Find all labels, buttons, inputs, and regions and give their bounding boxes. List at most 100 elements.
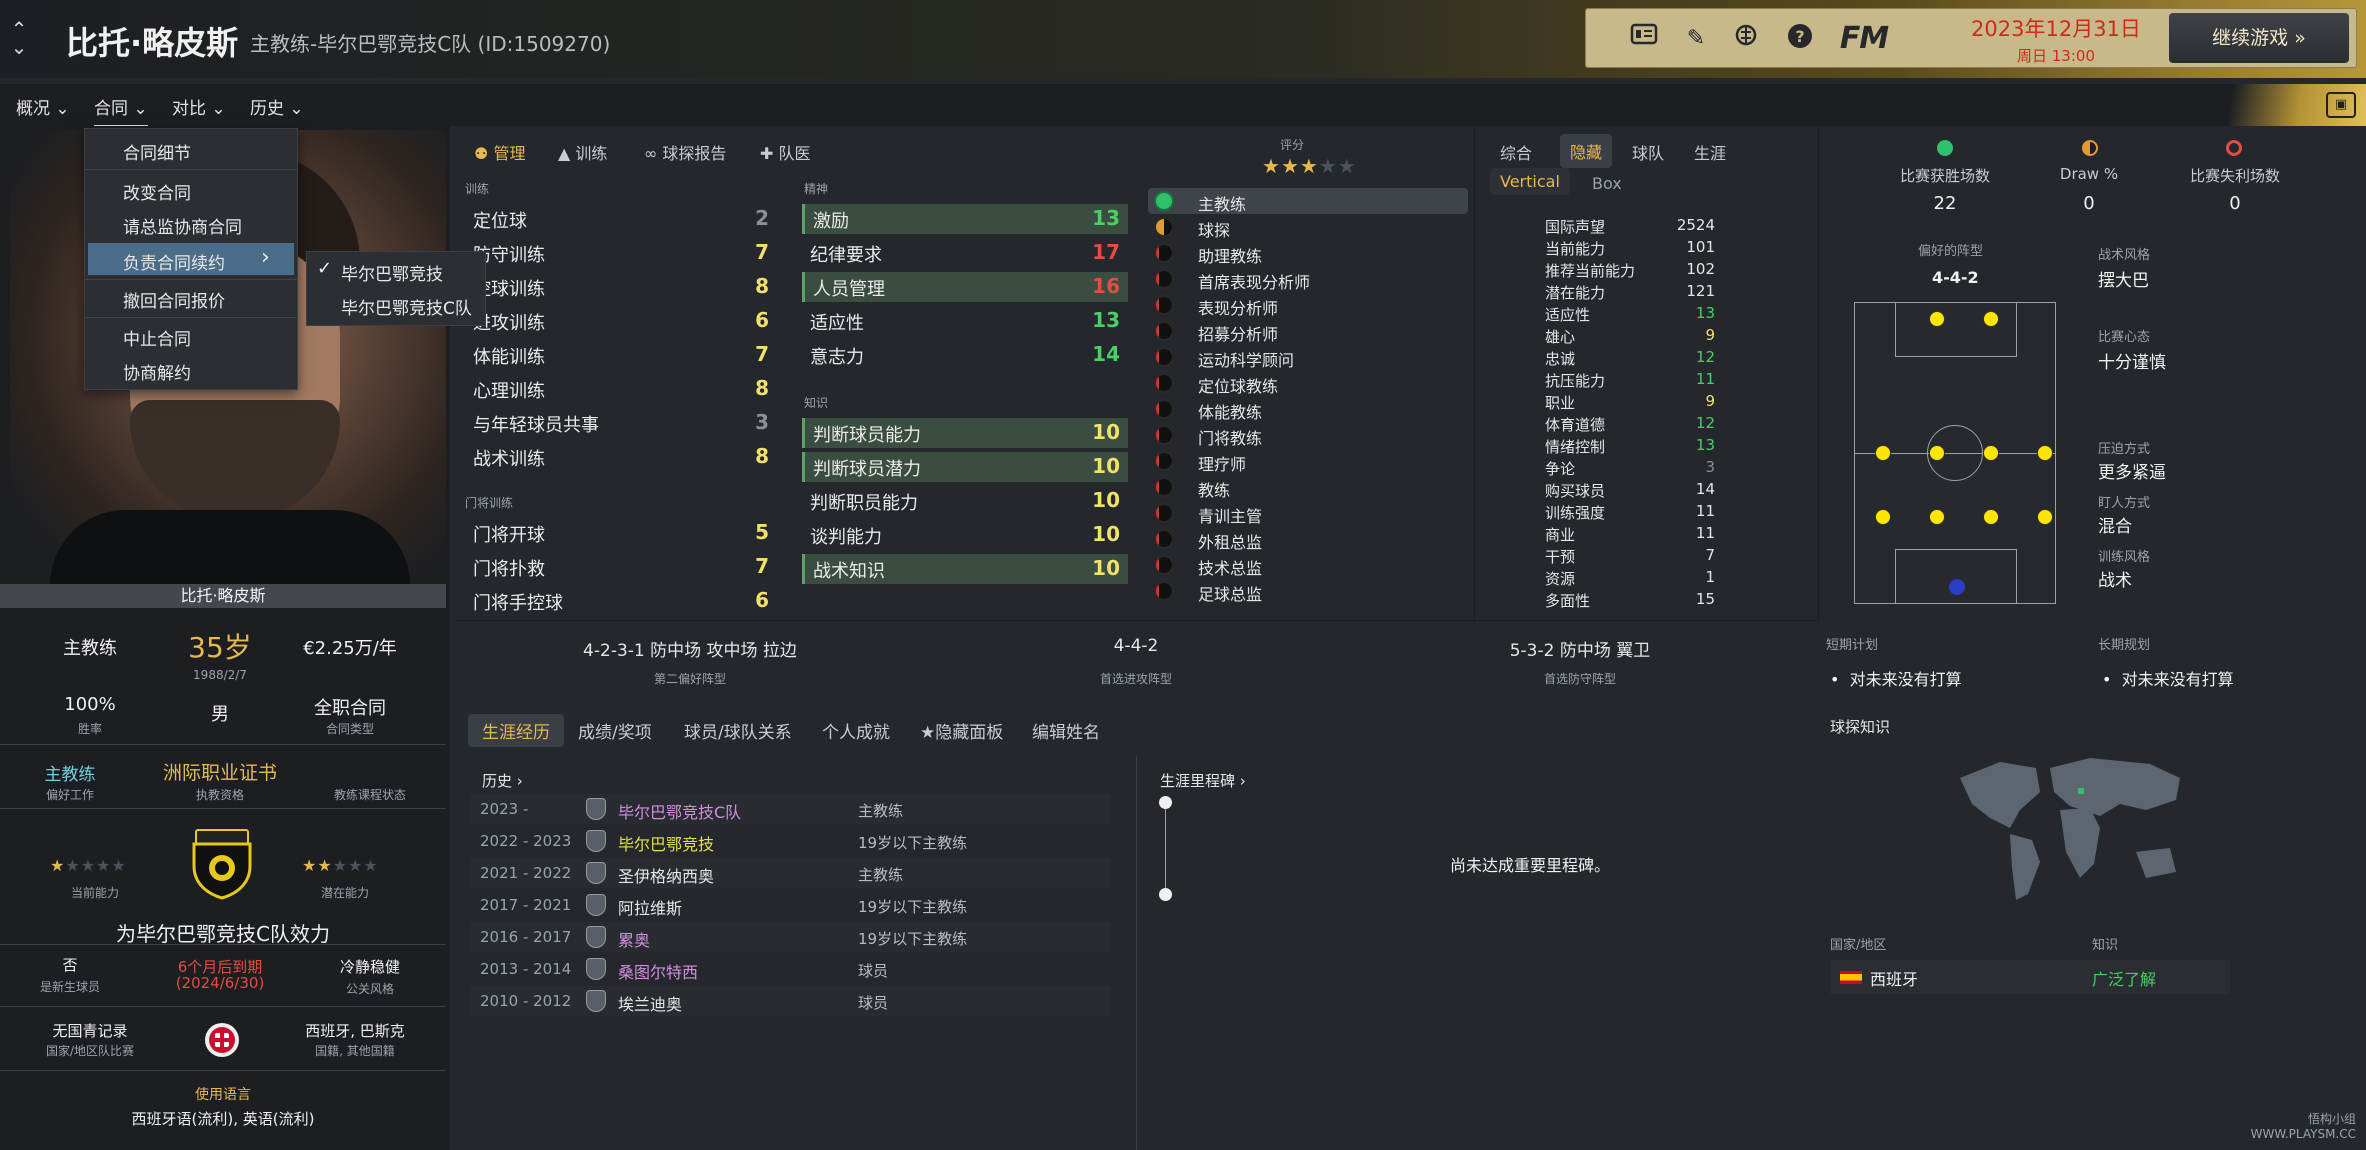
screen-icon[interactable]: ▣ <box>2326 92 2356 118</box>
career-club[interactable]: 阿拉维斯 <box>618 895 682 919</box>
attribute-row[interactable]: 人员管理 16 <box>802 272 1128 302</box>
staff-role-row[interactable]: 助理教练 <box>1148 240 1468 266</box>
career-row[interactable]: 2010 - 2012 埃兰迪奥 球员 <box>470 986 1110 1016</box>
attribute-row[interactable]: 判断球员能力 10 <box>802 418 1128 448</box>
nav-overview[interactable]: 概况 ⌄ <box>16 94 70 119</box>
attribute-row[interactable]: 防守训练 7 <box>465 238 777 268</box>
attribute-row[interactable]: 心理训练 8 <box>465 374 777 404</box>
career-row[interactable]: 2021 - 2022 圣伊格纳西奥 主教练 <box>470 858 1110 888</box>
nav-compare[interactable]: 对比 ⌄ <box>172 94 226 119</box>
career-club[interactable]: 圣伊格纳西奥 <box>618 863 714 887</box>
tab-edit-name[interactable]: 编辑姓名 <box>1032 718 1100 743</box>
scouting-row[interactable]: 西班牙 广泛了解 <box>1830 960 2230 994</box>
help-icon[interactable]: ? <box>1782 23 1818 55</box>
staff-role-row[interactable]: 运动科学顾问 <box>1148 344 1468 370</box>
menu-withdraw-offer[interactable]: 撤回合同报价 <box>123 287 225 312</box>
tab-team[interactable]: 球队 <box>1632 140 1664 164</box>
career-club[interactable]: 累奥 <box>618 927 650 951</box>
nav-contract[interactable]: 合同 ⌄ <box>94 94 148 127</box>
menu-mutual-termination[interactable]: 协商解约 <box>123 359 191 384</box>
attribute-row[interactable]: 控球训练 8 <box>465 272 777 302</box>
attribute-row[interactable]: 门将开球 5 <box>465 518 777 548</box>
career-row[interactable]: 2017 - 2021 阿拉维斯 19岁以下主教练 <box>470 890 1110 920</box>
attribute-row[interactable]: 适应性 13 <box>802 306 1128 336</box>
attribute-row[interactable]: 与年轻球员共事 3 <box>465 408 777 438</box>
staff-role-row[interactable]: 技术总监 <box>1148 552 1468 578</box>
staff-role-row[interactable]: 球探 <box>1148 214 1468 240</box>
menu-change-contract[interactable]: 改变合同 <box>123 179 191 204</box>
submenu-club-c[interactable]: 毕尔巴鄂竞技C队 <box>341 294 472 319</box>
career-club[interactable]: 桑图尔特西 <box>618 959 698 983</box>
continue-game-button[interactable]: 继续游戏 » <box>2169 13 2349 63</box>
wage-value[interactable]: €2.25万/年 <box>280 634 420 660</box>
menu-contract-details[interactable]: 合同细节 <box>123 139 191 164</box>
milestone-link[interactable]: 生涯里程碑 › <box>1160 770 1246 791</box>
tab-management[interactable]: ⚉ 管理 <box>474 140 525 164</box>
staff-role-row[interactable]: 表现分析师 <box>1148 292 1468 318</box>
id-card-icon[interactable] <box>1626 23 1662 55</box>
fm-logo[interactable]: FM <box>1834 23 1894 55</box>
staff-role-row[interactable]: 主教练 <box>1148 188 1468 214</box>
attribute-row[interactable]: 门将手控球 6 <box>465 586 777 616</box>
attribute-row[interactable]: 判断球员潜力 10 <box>802 452 1128 482</box>
attribute-row[interactable]: 定位球 2 <box>465 204 777 234</box>
attribute-row[interactable]: 纪律要求 17 <box>802 238 1128 268</box>
attribute-row[interactable]: 意志力 14 <box>802 340 1128 370</box>
staff-role-row[interactable]: 定位球教练 <box>1148 370 1468 396</box>
menu-director-negotiate[interactable]: 请总监协商合同 <box>123 213 242 238</box>
knowledge-label: 知识 <box>2092 938 2119 953</box>
tab-hidden[interactable]: 隐藏 <box>1560 134 1613 168</box>
mark-value: 混合 <box>2098 517 2132 537</box>
up-down-arrows-icon[interactable]: ⌃ ⌄ <box>8 19 30 57</box>
career-club[interactable]: 毕尔巴鄂竞技 <box>618 831 714 855</box>
menu-terminate-contract[interactable]: 中止合同 <box>123 325 191 350</box>
staff-role-row[interactable]: 体能教练 <box>1148 396 1468 422</box>
tab-relationships[interactable]: 球员/球队关系 <box>684 718 792 743</box>
tab-career[interactable]: 生涯 <box>1694 140 1726 164</box>
career-row[interactable]: 2023 - 毕尔巴鄂竞技C队 主教练 <box>470 794 1110 824</box>
attribute-row[interactable]: 判断职员能力 10 <box>802 486 1128 516</box>
history-link[interactable]: 历史 › <box>482 770 523 791</box>
potential-ability-label: 潜在能力 <box>320 886 369 900</box>
subtab-box[interactable]: Box <box>1592 174 1622 193</box>
submenu-club[interactable]: 毕尔巴鄂竞技 <box>341 260 443 285</box>
tab-career-history[interactable]: 生涯经历 <box>468 714 564 747</box>
tab-results-awards[interactable]: 成绩/奖项 <box>578 718 652 743</box>
staff-role-row[interactable]: 足球总监 <box>1148 578 1468 604</box>
attribute-row[interactable]: 战术知识 10 <box>802 554 1128 584</box>
staff-role-row[interactable]: 招募分析师 <box>1148 318 1468 344</box>
edit-pencil-icon[interactable]: ✎ <box>1678 23 1714 55</box>
tab-training[interactable]: ▲ 训练 <box>558 140 607 164</box>
tab-scout-report[interactable]: ∞ 球探报告 <box>644 140 726 164</box>
tab-hidden-panel[interactable]: ★隐藏面板 <box>920 718 1003 743</box>
menu-renewal-responsible[interactable]: 负责合同续约 <box>123 249 225 274</box>
career-row[interactable]: 2013 - 2014 桑图尔特西 球员 <box>470 954 1110 984</box>
game-date[interactable]: 2023年12月31日 周日 13:00 <box>1966 13 2146 66</box>
potential-ability-stars: ★★★★★ <box>302 856 379 875</box>
attribute-row[interactable]: 谈判能力 10 <box>802 520 1128 550</box>
tab-medical[interactable]: ✚ 队医 <box>760 140 811 164</box>
nav-history[interactable]: 历史 ⌄ <box>250 94 304 119</box>
tab-achievements[interactable]: 个人成就 <box>822 718 890 743</box>
staff-role-label: 球探 <box>1198 221 1231 240</box>
attribute-row[interactable]: 激励 13 <box>802 204 1128 234</box>
staff-role-row[interactable]: 青训主管 <box>1148 500 1468 526</box>
attribute-row[interactable]: 战术训练 8 <box>465 442 777 472</box>
staff-role-row[interactable]: 门将教练 <box>1148 422 1468 448</box>
attribute-row[interactable]: 进攻训练 6 <box>465 306 777 336</box>
attribute-row[interactable]: 门将扑救 7 <box>465 552 777 582</box>
subtab-vertical[interactable]: Vertical <box>1490 168 1570 195</box>
staff-role-row[interactable]: 首席表现分析师 <box>1148 266 1468 292</box>
staff-role-row[interactable]: 教练 <box>1148 474 1468 500</box>
staff-role-row[interactable]: 理疗师 <box>1148 448 1468 474</box>
career-club[interactable]: 埃兰迪奥 <box>618 991 682 1015</box>
career-years: 2010 - 2012 <box>480 992 572 1010</box>
attribute-row[interactable]: 体能训练 7 <box>465 340 777 370</box>
club-badge-icon <box>586 926 606 948</box>
staff-role-row[interactable]: 外租总监 <box>1148 526 1468 552</box>
career-row[interactable]: 2016 - 2017 累奥 19岁以下主教练 <box>470 922 1110 952</box>
career-row[interactable]: 2022 - 2023 毕尔巴鄂竞技 19岁以下主教练 <box>470 826 1110 856</box>
tab-overall[interactable]: 综合 <box>1500 140 1532 164</box>
career-club[interactable]: 毕尔巴鄂竞技C队 <box>618 799 741 823</box>
brain-icon[interactable] <box>1728 23 1764 55</box>
